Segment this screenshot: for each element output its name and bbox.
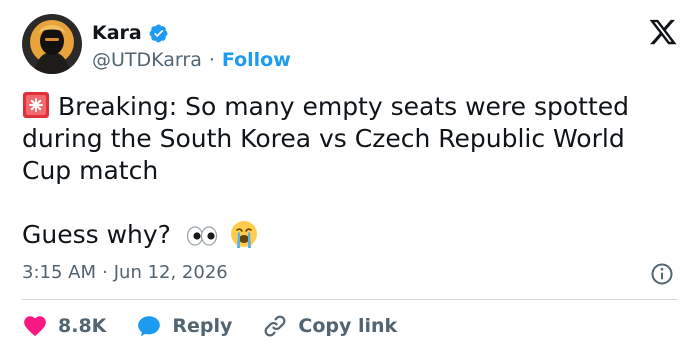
author-handle[interactable]: @UTDKarra bbox=[92, 47, 202, 73]
tweet-time[interactable]: 3:15 AM bbox=[22, 260, 96, 286]
copy-link-button[interactable]: Copy link bbox=[262, 313, 397, 339]
author-name-row: Kara bbox=[92, 20, 169, 46]
tweet-line-4-text: Guess why? bbox=[22, 220, 171, 249]
info-icon[interactable] bbox=[650, 262, 674, 286]
tweet-timestamp-row: 3:15 AM · Jun 12, 2026 bbox=[22, 260, 228, 286]
x-logo-icon[interactable] bbox=[648, 17, 678, 47]
verified-badge-icon bbox=[148, 23, 169, 44]
reply-bubble-icon bbox=[138, 316, 161, 337]
heart-icon bbox=[24, 316, 46, 337]
siren-emoji-icon bbox=[22, 91, 50, 119]
tweet-line-1: Breaking: So many empty seats were spott… bbox=[22, 91, 682, 123]
tweet-line-3: Cup match bbox=[22, 156, 159, 185]
tweet-line-4: Guess why? bbox=[22, 219, 682, 251]
tweet-actions: 8.8K Reply Copy link bbox=[22, 312, 427, 340]
author-display-name[interactable]: Kara bbox=[92, 20, 142, 46]
timestamp-separator: · bbox=[102, 262, 108, 283]
divider bbox=[22, 299, 678, 300]
tweet-card: Kara @UTDKarra · Follow Breaking: So man… bbox=[0, 0, 700, 352]
copy-link-label: Copy link bbox=[298, 315, 398, 337]
handle-separator: · bbox=[208, 49, 215, 71]
tweet-line-2: during the South Korea vs Czech Republic… bbox=[22, 124, 625, 153]
avatar[interactable] bbox=[22, 14, 82, 74]
follow-button[interactable]: Follow bbox=[222, 47, 291, 73]
author-handle-row: @UTDKarra · Follow bbox=[92, 47, 291, 73]
tweet-text: Breaking: So many empty seats were spott… bbox=[22, 91, 682, 251]
like-count: 8.8K bbox=[58, 315, 107, 337]
like-button[interactable]: 8.8K bbox=[22, 313, 106, 339]
reply-label: Reply bbox=[172, 315, 233, 337]
reply-button[interactable]: Reply bbox=[136, 313, 232, 339]
tweet-date[interactable]: Jun 12, 2026 bbox=[114, 260, 228, 286]
tweet-line-1-text: Breaking: So many empty seats were spott… bbox=[58, 92, 630, 121]
eyes-emoji-icon bbox=[185, 221, 219, 249]
loudly-crying-face-emoji-icon bbox=[229, 219, 259, 249]
link-icon bbox=[264, 315, 286, 337]
